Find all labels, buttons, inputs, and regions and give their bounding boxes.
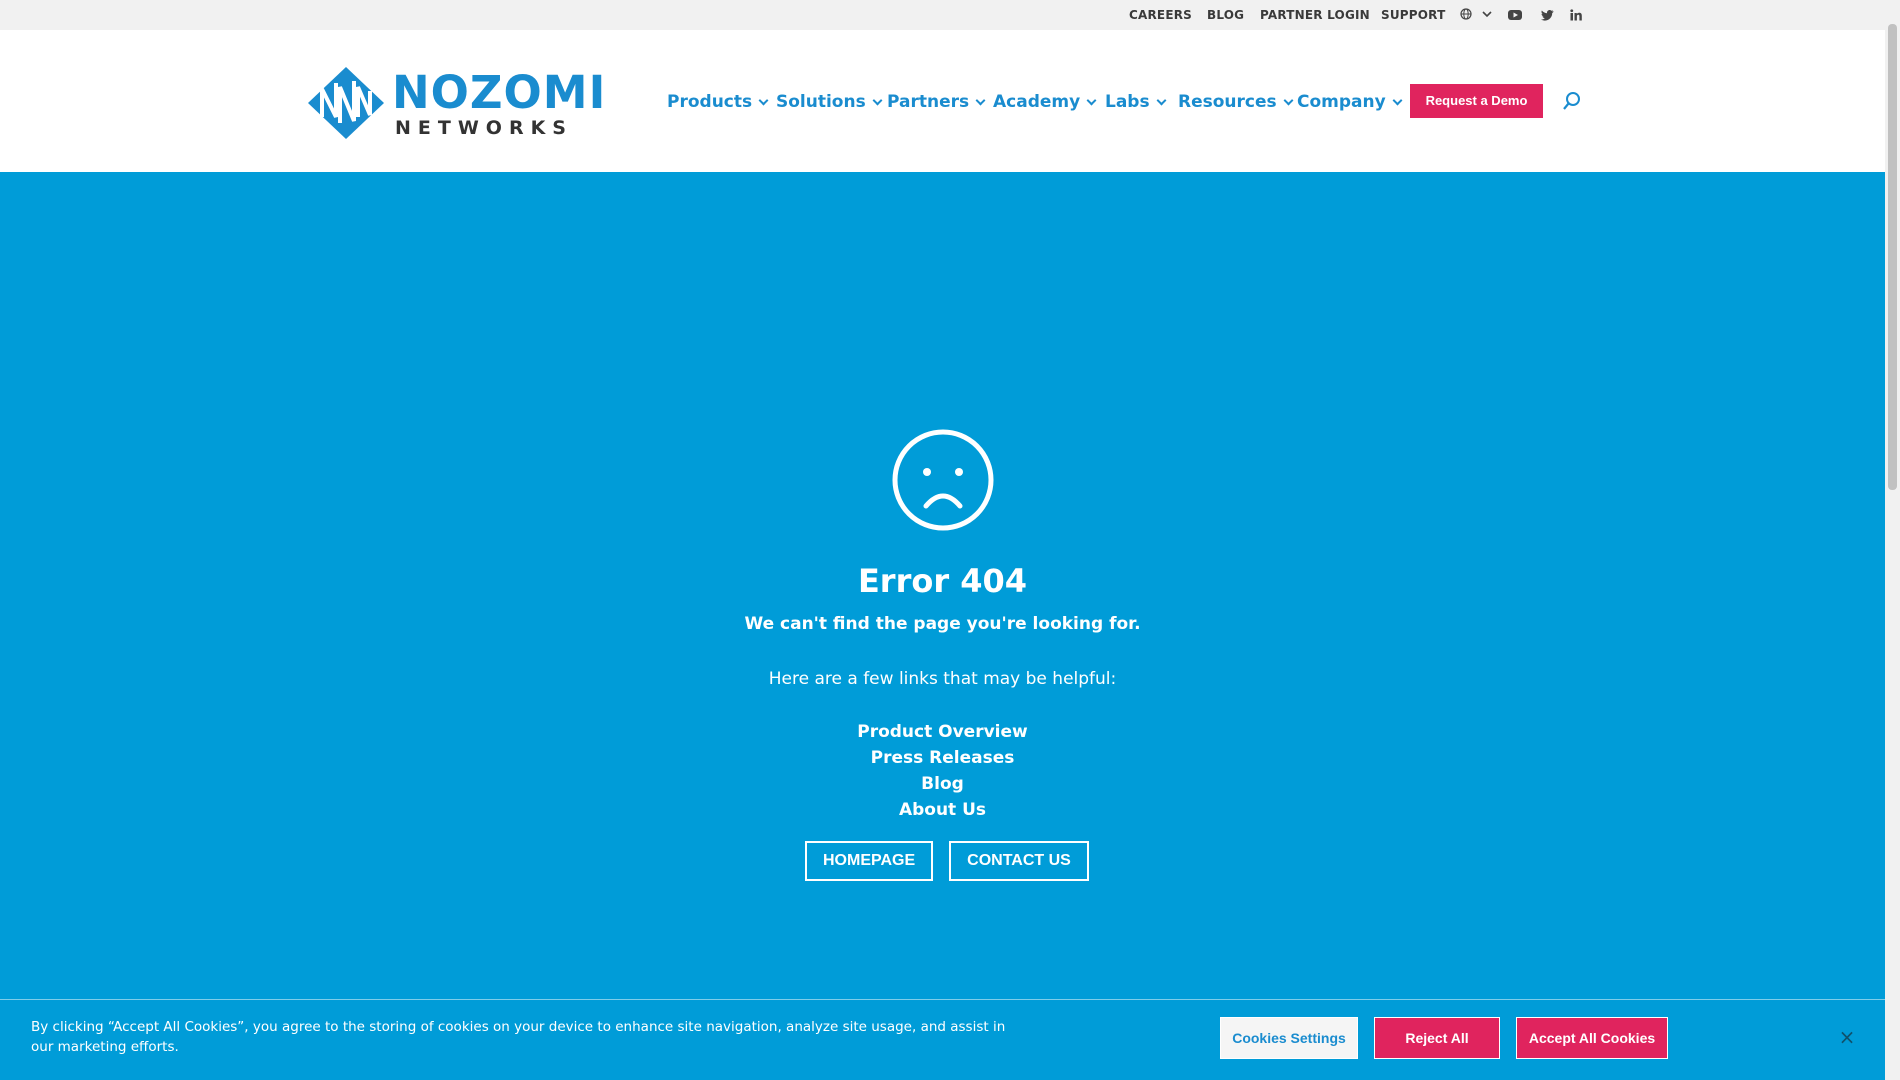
language-selector[interactable] (1460, 8, 1492, 22)
logo-mark-icon (308, 67, 384, 139)
about-us-link[interactable]: About Us (0, 797, 1885, 823)
nav-label: Academy (993, 92, 1081, 112)
helper-text: Here are a few links that may be helpful… (768, 669, 1117, 689)
chevron-down-icon (1392, 95, 1403, 105)
error-subtitle: We can't find the page you're looking fo… (744, 614, 1141, 634)
chevron-down-icon (1482, 11, 1492, 18)
nav-resources[interactable]: Resources (1178, 90, 1294, 114)
nav-label: Resources (1178, 92, 1277, 112)
scrollbar-thumb[interactable] (1888, 24, 1897, 490)
nav-products[interactable]: Products (667, 90, 769, 114)
reject-all-button[interactable]: Reject All (1374, 1017, 1500, 1059)
nav-label: Partners (887, 92, 970, 112)
homepage-button[interactable]: HOMEPAGE (805, 841, 934, 881)
nav-label: Company (1297, 92, 1386, 112)
twitter-icon[interactable] (1539, 7, 1555, 23)
cookie-banner: By clicking “Accept All Cookies”, you ag… (0, 999, 1885, 1080)
nozomi-logo[interactable]: NOZOMI NETWORKS (306, 65, 605, 141)
blog-link[interactable]: Blog (0, 771, 1885, 797)
error-actions: HOMEPAGE CONTACT US (805, 841, 1089, 881)
blog-link[interactable]: BLOG (1207, 8, 1244, 22)
accept-all-cookies-button[interactable]: Accept All Cookies (1516, 1017, 1668, 1059)
logo-subword: NETWORKS (395, 117, 573, 139)
search-icon (1563, 92, 1580, 110)
close-icon[interactable]: × (1838, 1027, 1856, 1047)
youtube-icon[interactable] (1507, 7, 1523, 23)
chevron-down-icon (1283, 95, 1294, 105)
globe-icon (1460, 8, 1472, 20)
nav-labs[interactable]: Labs (1105, 90, 1167, 114)
search-button[interactable] (1562, 90, 1584, 114)
press-releases-link[interactable]: Press Releases (0, 745, 1885, 771)
site-header: NOZOMI NETWORKS Products Solutions Partn… (0, 30, 1885, 172)
chevron-down-icon (758, 95, 769, 105)
request-demo-button[interactable]: Request a Demo (1410, 84, 1543, 118)
nav-label: Solutions (776, 92, 866, 112)
nav-academy[interactable]: Academy (993, 90, 1097, 114)
careers-link[interactable]: CAREERS (1129, 8, 1192, 22)
nav-label: Products (667, 92, 753, 112)
logo-wordmark: NOZOMI (392, 66, 607, 119)
support-link[interactable]: SUPPORT (1381, 8, 1445, 22)
sad-face-icon (892, 429, 994, 531)
nav-label: Labs (1105, 92, 1150, 112)
contact-us-button[interactable]: CONTACT US (949, 841, 1089, 881)
helpful-links: Product Overview Press Releases Blog Abo… (0, 719, 1885, 823)
error-title: Error 404 (857, 562, 1028, 600)
chevron-down-icon (1086, 95, 1097, 105)
cookies-settings-button[interactable]: Cookies Settings (1220, 1017, 1358, 1059)
error-section: Error 404 We can't find the page you're … (0, 172, 1885, 1080)
chevron-down-icon (975, 95, 986, 105)
product-overview-link[interactable]: Product Overview (0, 719, 1885, 745)
page-scrollbar[interactable] (1885, 0, 1900, 1080)
linkedin-icon[interactable] (1568, 7, 1584, 23)
cookie-message: By clicking “Accept All Cookies”, you ag… (31, 1019, 1006, 1055)
nav-solutions[interactable]: Solutions (776, 90, 883, 114)
utility-bar: CAREERS BLOG PARTNER LOGIN SUPPORT (0, 0, 1885, 30)
nav-company[interactable]: Company (1297, 90, 1403, 114)
chevron-down-icon (872, 95, 883, 105)
nav-partners[interactable]: Partners (887, 90, 986, 114)
partner-login-link[interactable]: PARTNER LOGIN (1260, 8, 1370, 22)
chevron-down-icon (1156, 95, 1167, 105)
